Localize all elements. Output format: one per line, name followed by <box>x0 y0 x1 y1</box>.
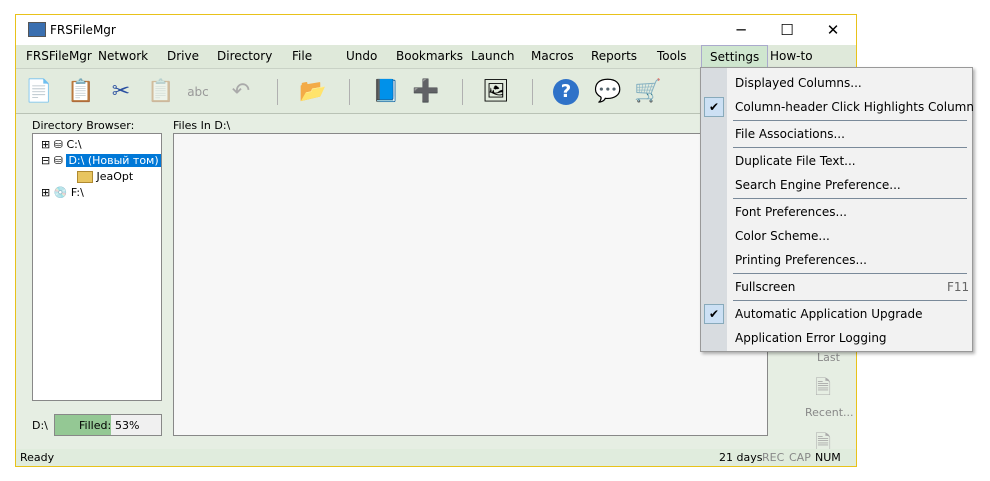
menu-directory[interactable]: Directory <box>217 49 272 63</box>
recent-label[interactable]: Recent... <box>805 406 854 419</box>
folder-icon <box>77 171 93 183</box>
num-indicator: NUM <box>815 451 841 464</box>
settings-menu-item[interactable]: Color Scheme... <box>735 229 830 243</box>
image-viewer-icon[interactable]: 🖼 <box>481 77 511 107</box>
node-label: JeaOpt <box>96 170 134 183</box>
minimize-button[interactable]: ─ <box>718 15 764 45</box>
menu-reports[interactable]: Reports <box>591 49 637 63</box>
toolbar-separator <box>277 79 278 105</box>
menu-how-to[interactable]: How-to <box>770 49 813 63</box>
menu-macros[interactable]: Macros <box>531 49 574 63</box>
menu-separator <box>733 198 967 199</box>
trial-days: 21 days <box>719 451 763 464</box>
feedback-icon[interactable]: 💬 <box>593 77 623 107</box>
node-label: F:\ <box>70 186 84 199</box>
filled-value: 53% <box>115 419 140 432</box>
menu-file[interactable]: File <box>292 49 312 63</box>
settings-menu-item[interactable]: Font Preferences... <box>735 205 847 219</box>
last-label[interactable]: Last <box>817 351 840 364</box>
menu-drive[interactable]: Drive <box>167 49 199 63</box>
menu-network[interactable]: Network <box>98 49 148 63</box>
filled-label: Filled: <box>79 419 112 432</box>
add-launch-icon[interactable]: ➕ <box>411 77 441 107</box>
rename-icon[interactable]: abc <box>183 77 213 107</box>
node-label: D:\ (Новый том) <box>66 154 161 167</box>
find-folder-icon[interactable]: 📂 <box>298 77 328 107</box>
shortcut-label: F11 <box>947 280 970 294</box>
tree-node-f[interactable]: ⊞ 💿 F:\ <box>41 186 84 199</box>
settings-menu-item[interactable]: Column-header Click Highlights Column <box>735 100 974 114</box>
toolbar-separator <box>349 79 350 105</box>
settings-dropdown: Displayed Columns... ✔ Column-header Click… <box>700 67 974 352</box>
close-button[interactable]: ✕ <box>810 15 856 45</box>
menu-separator <box>733 120 967 121</box>
directory-tree[interactable]: ⊞ ⛁ C:\ ⊟ ⛁ D:\ (Новый том) JeaOpt ⊞ 💿 F… <box>32 133 162 401</box>
checkmark-icon: ✔ <box>704 304 724 324</box>
paste-disabled-icon[interactable]: 📋 <box>146 77 176 107</box>
menu-frsfilemgr[interactable]: FRSFileMgr <box>26 49 92 63</box>
title-bar: FRSFileMgr ─ ☐ ✕ <box>16 15 856 45</box>
settings-menu-item[interactable]: Search Engine Preference... <box>735 178 901 192</box>
recent-icon[interactable]: 🗎 <box>815 373 831 407</box>
toolbar-separator <box>532 79 533 105</box>
drive-fill-bar: Filled: 53% <box>54 414 162 436</box>
status-bar: Ready 21 days REC CAP NUM <box>16 449 856 466</box>
app-icon <box>28 22 46 37</box>
cap-indicator: CAP <box>789 451 811 464</box>
file-list[interactable] <box>173 133 768 436</box>
menu-bookmarks[interactable]: Bookmarks <box>396 49 463 63</box>
undo-icon[interactable]: ↶ <box>226 77 256 107</box>
menu-undo[interactable]: Undo <box>346 49 377 63</box>
menu-separator <box>733 147 967 148</box>
node-label: C:\ <box>66 138 82 151</box>
files-label: Files In D:\ <box>173 119 231 132</box>
help-icon[interactable]: ? <box>553 79 579 105</box>
tree-node-jeaopt[interactable]: JeaOpt <box>77 170 133 183</box>
settings-menu-item[interactable]: Printing Preferences... <box>735 253 867 267</box>
tree-node-c[interactable]: ⊞ ⛁ C:\ <box>41 138 82 151</box>
maximize-button[interactable]: ☐ <box>764 15 810 45</box>
settings-menu-item[interactable]: Displayed Columns... <box>735 76 862 90</box>
toolbar-separator <box>462 79 463 105</box>
menu-tools[interactable]: Tools <box>657 49 687 63</box>
shopping-cart-icon[interactable]: 🛒 <box>633 77 663 107</box>
paste-icon[interactable]: 📋 <box>66 77 96 107</box>
menu-separator <box>733 300 967 301</box>
add-bookmark-icon[interactable]: 📘 <box>371 77 401 107</box>
settings-menu-item[interactable]: File Associations... <box>735 127 845 141</box>
window-title: FRSFileMgr <box>50 23 116 37</box>
settings-menu-item[interactable]: Automatic Application Upgrade <box>735 307 923 321</box>
copy-icon[interactable]: 📄 <box>24 77 54 107</box>
drive-label: D:\ <box>32 419 48 432</box>
settings-menu-item[interactable]: Fullscreen <box>735 280 795 294</box>
cut-icon[interactable]: ✂ <box>106 77 136 107</box>
directory-browser-label: Directory Browser: <box>32 119 135 132</box>
rec-indicator: REC <box>762 451 785 464</box>
tree-node-d[interactable]: ⊟ ⛁ D:\ (Новый том) <box>41 154 161 167</box>
settings-menu-item[interactable]: Duplicate File Text... <box>735 154 856 168</box>
status-text: Ready <box>20 451 55 464</box>
menu-bar: FRSFileMgr Network Drive Directory File … <box>16 45 856 70</box>
menu-separator <box>733 273 967 274</box>
settings-menu-item[interactable]: Application Error Logging <box>735 331 887 345</box>
checkmark-icon: ✔ <box>704 97 724 117</box>
menu-launch[interactable]: Launch <box>471 49 514 63</box>
